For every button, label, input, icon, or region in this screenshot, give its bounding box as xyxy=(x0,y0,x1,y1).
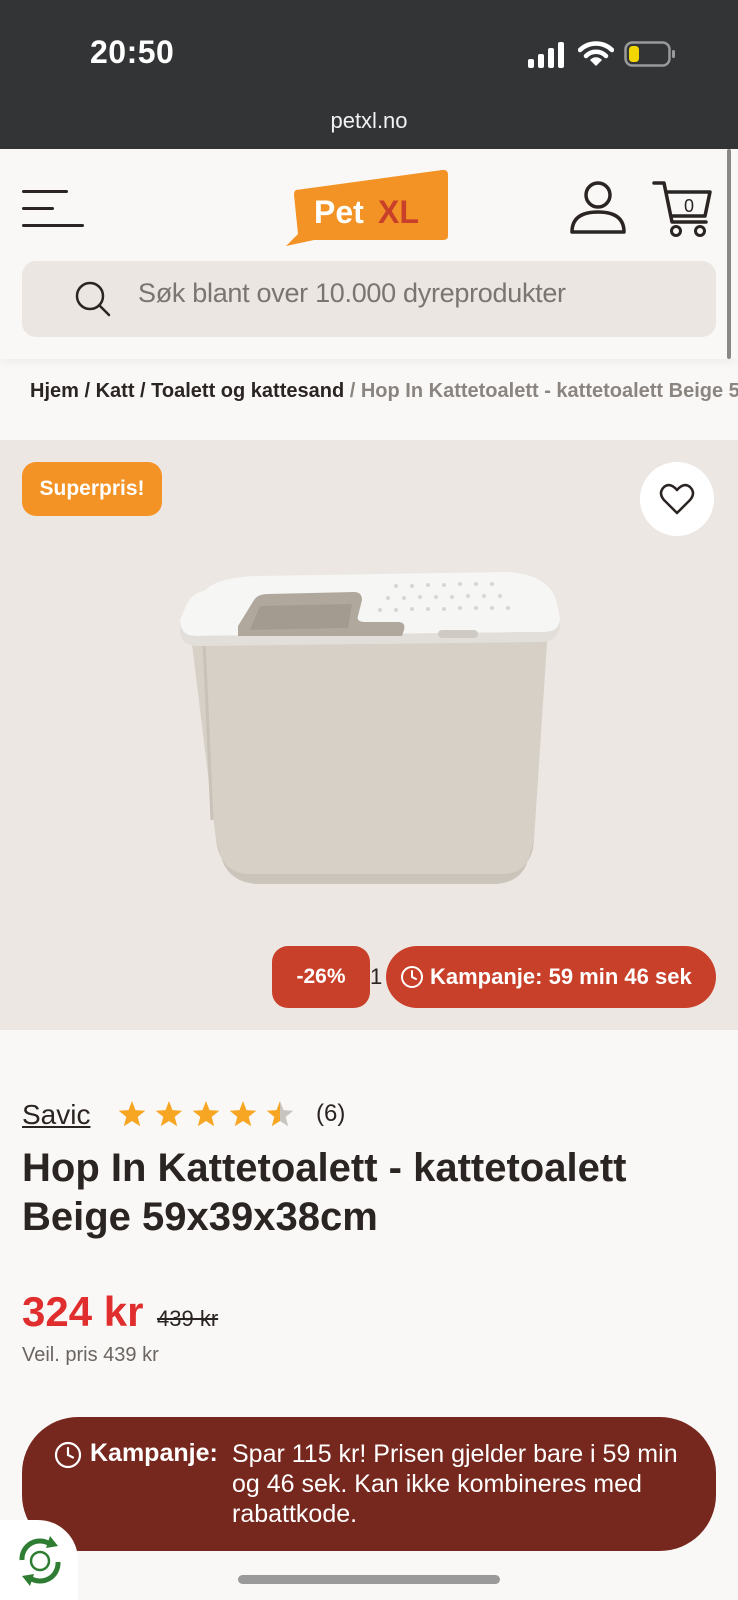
clock-icon xyxy=(54,1441,82,1469)
signal-icon xyxy=(528,42,564,68)
campaign-text: Spar 115 kr! Prisen gjelder bare i 59 mi… xyxy=(232,1440,678,1528)
breadcrumb: Hjem / Katt / Toalett og kattesand / Hop… xyxy=(30,380,738,403)
cart-count: 0 xyxy=(683,196,694,216)
scrollbar[interactable] xyxy=(727,149,731,359)
old-price: 439 kr xyxy=(157,1306,219,1331)
account-icon[interactable] xyxy=(568,180,628,236)
breadcrumb-item-katt[interactable]: Katt xyxy=(96,380,135,402)
product-image[interactable] xyxy=(176,570,562,900)
star-icon xyxy=(266,1101,294,1127)
breadcrumb-item-toalett[interactable]: Toalett og kattesand xyxy=(151,380,344,402)
favorite-button[interactable] xyxy=(640,462,714,536)
recycle-widget-button[interactable] xyxy=(0,1520,78,1600)
clock-icon xyxy=(401,966,423,988)
menu-icon[interactable] xyxy=(22,188,84,230)
petxl-logo[interactable]: Pet XL xyxy=(286,168,452,248)
wifi-icon xyxy=(578,41,614,66)
campaign-banner: Kampanje: Spar 115 kr! Prisen gjelder ba… xyxy=(22,1417,716,1551)
discount-badge: -26% xyxy=(272,946,370,1008)
star-icon xyxy=(155,1101,183,1127)
search-input[interactable]: Søk blant over 10.000 dyreprodukter xyxy=(138,278,566,309)
home-indicator[interactable] xyxy=(238,1575,500,1584)
star-icon xyxy=(192,1101,220,1127)
campaign-label: Kampanje: xyxy=(90,1439,218,1467)
recommended-price: Veil. pris 439 kr xyxy=(22,1344,159,1366)
breadcrumb-item-home[interactable]: Hjem xyxy=(30,380,79,402)
star-icon xyxy=(118,1101,146,1127)
battery-icon xyxy=(624,41,675,67)
status-bar: 20:50 petxl.no xyxy=(0,0,738,149)
url-bar[interactable]: petxl.no xyxy=(0,108,738,134)
star-icon xyxy=(229,1101,257,1127)
recycle-icon xyxy=(19,1536,61,1586)
status-time: 20:50 xyxy=(90,34,175,70)
superpris-badge: Superpris! xyxy=(22,462,162,516)
breadcrumb-current: Hop In Kattetoalett - kattetoalett Beige… xyxy=(360,380,738,402)
logo-text-pet: Pet xyxy=(314,194,364,230)
search-icon xyxy=(75,281,111,317)
sale-price: 324 kr xyxy=(22,1288,144,1335)
campaign-countdown-text: Kampanje: 59 min 46 sek xyxy=(430,964,692,989)
review-count[interactable]: (6) xyxy=(316,1100,345,1128)
rating-stars[interactable] xyxy=(118,1098,304,1132)
logo-text-xl: XL xyxy=(378,194,419,230)
campaign-countdown-badge: Kampanje: 59 min 46 sek xyxy=(386,946,716,1008)
brand-link[interactable]: Savic xyxy=(22,1099,90,1131)
product-title: Hop In Kattetoalett - kattetoalett Beige… xyxy=(22,1146,627,1239)
